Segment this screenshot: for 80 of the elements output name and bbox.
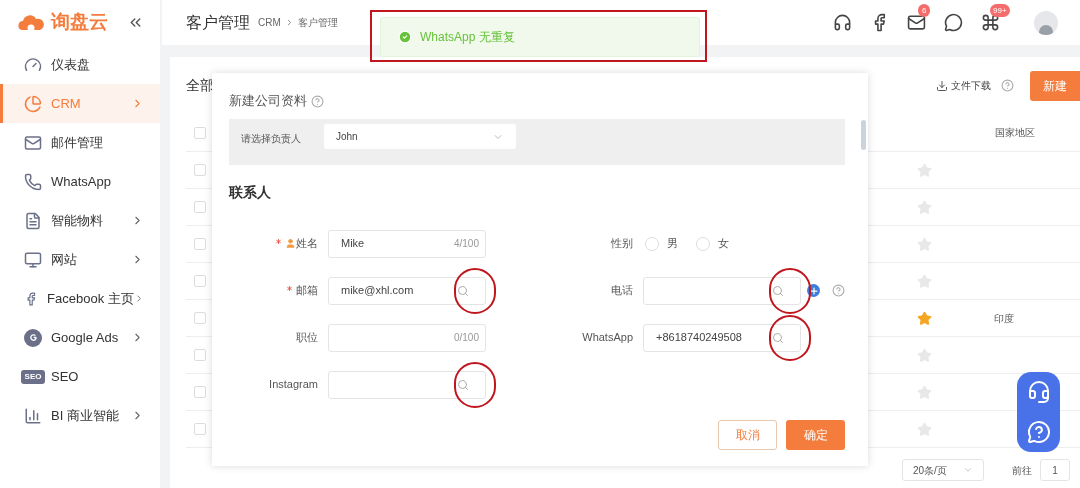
page-title: 客户管理	[186, 12, 250, 33]
section-heading: 联系人	[229, 183, 272, 202]
character-counter: 4/100	[453, 237, 479, 251]
input-field[interactable]	[643, 276, 801, 305]
checkbox[interactable]	[194, 423, 206, 435]
sidebar-item[interactable]: 仪表盘	[0, 45, 160, 84]
owner-select[interactable]: John	[324, 124, 516, 149]
sidebar-item[interactable]: SEO SEO	[0, 357, 160, 396]
download-link[interactable]: 文件下载	[951, 78, 991, 93]
help-icon[interactable]	[1001, 79, 1014, 92]
help-icon[interactable]	[832, 284, 845, 297]
sidebar-item[interactable]: 智能物料	[0, 201, 160, 240]
pie-chart-icon	[24, 94, 42, 113]
checkbox[interactable]	[194, 238, 206, 250]
checkbox[interactable]	[194, 312, 206, 324]
download-icon[interactable]	[936, 79, 948, 92]
apps-icon[interactable]	[981, 13, 1000, 32]
chat-bubble-icon[interactable]	[944, 13, 963, 32]
goto-label: 前往	[1012, 463, 1032, 478]
headset-icon[interactable]	[833, 13, 852, 32]
checkbox[interactable]	[194, 386, 206, 398]
check-icon	[398, 30, 412, 44]
search-icon[interactable]	[457, 284, 469, 297]
notification-badge: 99+	[990, 4, 1010, 17]
customer-service-icon[interactable]	[1026, 380, 1051, 404]
google-icon	[24, 328, 42, 347]
field-label: Instagram	[269, 377, 318, 393]
field-label: 请选择负责人	[241, 132, 302, 146]
notification-badge: 6	[918, 4, 931, 17]
help-bubble-icon[interactable]	[1026, 420, 1051, 444]
sidebar-item[interactable]: WhatsApp	[0, 162, 160, 201]
input-field[interactable]: +8618740249508	[643, 323, 801, 352]
radio-option[interactable]: 女	[696, 235, 729, 252]
breadcrumb-link[interactable]: 客户管理	[297, 15, 338, 30]
search-icon[interactable]	[772, 331, 784, 344]
envelope-icon[interactable]	[907, 13, 926, 32]
checkbox[interactable]	[194, 349, 206, 361]
sidebar-item[interactable]: BI 商业智能	[0, 396, 160, 435]
help-icon[interactable]	[311, 94, 324, 108]
field-label: 职位	[296, 330, 318, 346]
breadcrumb-link[interactable]: CRM	[258, 15, 281, 30]
field-label: 姓名	[296, 236, 318, 252]
radio-option[interactable]: 男	[645, 235, 678, 252]
input-field[interactable]	[328, 370, 486, 399]
input-field[interactable]: Mike 4/100	[328, 229, 486, 258]
avatar[interactable]	[1034, 10, 1058, 35]
star-icon[interactable]	[917, 310, 932, 326]
seo-icon: SEO	[21, 369, 45, 384]
table-cell: 印度	[994, 312, 1014, 324]
search-icon[interactable]	[772, 284, 784, 297]
sidebar-item[interactable]: Facebook 主页	[0, 279, 160, 318]
sidebar-item[interactable]: 网站	[0, 240, 160, 279]
document-icon	[24, 211, 42, 230]
checkbox[interactable]	[194, 275, 206, 287]
input-field[interactable]: mike@xhl.com	[328, 276, 486, 305]
field-label: WhatsApp	[582, 330, 633, 346]
character-counter: 0/100	[453, 331, 479, 345]
sidebar-item[interactable]: Google Ads	[0, 318, 160, 357]
dialog-title: 新建公司资料	[229, 92, 307, 111]
search-icon[interactable]	[457, 378, 469, 391]
checkbox[interactable]	[194, 201, 206, 213]
chevron-down-icon	[963, 465, 973, 475]
gauge-icon	[24, 55, 42, 74]
bar-chart-icon	[24, 406, 42, 425]
brand-name: 询盘云	[51, 10, 109, 35]
scrollbar-thumb[interactable]	[861, 120, 866, 150]
field-label: 性别	[611, 236, 633, 252]
page-size-select[interactable]: 20条/页	[902, 459, 984, 481]
monitor-icon	[24, 250, 42, 269]
envelope-icon	[24, 133, 42, 152]
page-input[interactable]: 1	[1040, 459, 1070, 481]
column-header: 国家地区	[994, 126, 1036, 140]
sidebar-item[interactable]: 邮件管理	[0, 123, 160, 162]
checkbox[interactable]	[194, 164, 206, 176]
checkbox[interactable]	[194, 126, 206, 139]
phone-icon	[24, 172, 42, 191]
field-label: 邮箱	[296, 283, 318, 299]
cloud-logo-icon	[17, 13, 45, 32]
field-label: 电话	[611, 283, 633, 299]
success-toast: WhatsApp 无重复	[380, 17, 700, 57]
